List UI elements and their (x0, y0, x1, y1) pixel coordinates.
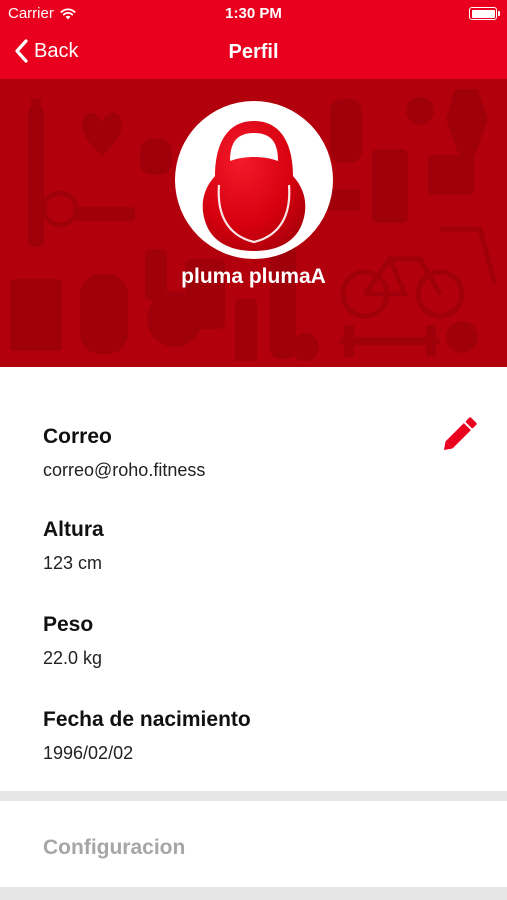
field-value: 123 cm (43, 553, 103, 573)
field-altura: Altura 123 cm (43, 518, 104, 574)
field-correo: Correo correo@roho.fitness (43, 425, 205, 481)
settings-label: Configuracion (43, 836, 186, 859)
field-label: Correo (43, 425, 112, 448)
field-label: Altura (43, 518, 104, 541)
back-label: Back (34, 39, 79, 62)
settings-row[interactable]: Configuracion (0, 801, 507, 887)
battery-icon (469, 7, 500, 20)
back-button[interactable]: Back (14, 39, 78, 63)
field-peso: Peso 22.0 kg (43, 613, 102, 669)
status-time: 1:30 PM (225, 5, 282, 22)
edit-profile-button[interactable] (440, 412, 482, 454)
profile-name: pluma plumaA (181, 265, 326, 288)
navigation-bar: Back Perfil (0, 28, 507, 79)
status-bar: Carrier 1:30 PM (0, 0, 507, 28)
field-value: correo@roho.fitness (43, 460, 206, 480)
section-separator (0, 887, 507, 900)
profile-info-section: Correo correo@roho.fitness Altura 123 cm… (0, 367, 507, 791)
field-label: Peso (43, 613, 94, 636)
profile-header: pluma plumaA (0, 79, 507, 367)
kettlebell-icon (202, 121, 306, 251)
avatar (175, 101, 333, 259)
field-value: 22.0 kg (43, 648, 103, 668)
chevron-left-icon (15, 39, 28, 63)
field-value: 1996/02/02 (43, 743, 134, 763)
pencil-icon (444, 417, 477, 450)
field-fecha-nacimiento: Fecha de nacimiento 1996/02/02 (43, 708, 251, 764)
field-label: Fecha de nacimiento (43, 708, 251, 731)
section-separator (0, 791, 507, 801)
